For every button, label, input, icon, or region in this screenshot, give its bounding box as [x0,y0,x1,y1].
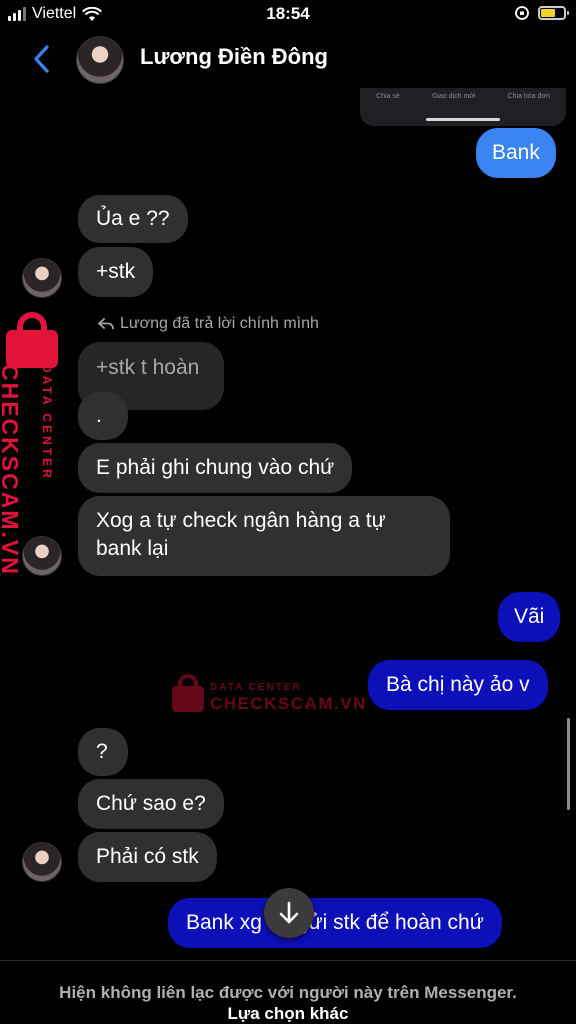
orientation-lock-icon [515,6,529,20]
message-bubble-incoming[interactable]: E phải ghi chung vào chứ [78,443,353,493]
unavailable-footer: Hiện không liên lạc được với người này t… [0,960,576,1024]
back-button[interactable] [26,42,56,76]
message-bubble-outgoing[interactable]: Bà chị này ảo v [368,660,548,710]
shared-image-options: Chia sẻ Giao dịch mới Chia hóa đơn [360,93,566,100]
shared-image-option: Chia sẻ [376,93,400,100]
message-bubble-outgoing[interactable]: Vãi [498,592,561,642]
sender-avatar [22,258,62,298]
message-bubble-incoming[interactable]: Xog a tự check ngân hàng a tự bank lại [78,496,450,576]
reply-indicator: Lương đã trả lời chính mình [98,315,319,333]
reply-arrow-icon [98,318,114,330]
message-bubble-incoming[interactable]: Chứ sao e? [78,779,224,829]
status-right [514,5,569,21]
message-bubble-incoming[interactable]: Ủa e ?? [78,195,188,243]
battery-icon [538,6,569,20]
shared-image-option: Giao dịch mới [431,93,476,100]
watermark-text: CHECKSCAM.VN [210,694,367,713]
message-bubble-outgoing[interactable]: Bank xg thì gửi stk để hoàn chứ [168,898,502,948]
chat-header: Lương Điền Đông [0,30,576,88]
watermark-subtext: DATA CENTER [210,682,302,693]
shared-image-option: Chia hóa đơn [507,93,550,100]
sender-avatar [22,842,62,882]
message-bubble-incoming[interactable]: ? [78,728,128,776]
contact-avatar[interactable] [76,36,124,84]
message-bubble-incoming[interactable]: . [78,392,128,440]
other-options-link[interactable]: Lựa chọn khác [0,1004,576,1024]
home-indicator [426,118,500,121]
watermark-text: CHECKSCAM.VN [0,364,23,576]
status-bar: Viettel 18:54 [0,0,576,30]
scrollbar[interactable] [567,718,570,810]
clock: 18:54 [266,4,310,23]
message-bubble-incoming[interactable]: Phải có stk [78,832,217,882]
unavailable-message: Hiện không liên lạc được với người này t… [59,983,517,1002]
arrow-down-icon [279,901,299,924]
reply-note-text: Lương đã trả lời chính mình [120,315,319,332]
shared-image[interactable]: Chia sẻ Giao dịch mới Chia hóa đơn [360,88,566,126]
watermark-center: DATA CENTER CHECKSCAM.VN [170,672,370,718]
watermark-subtext: DATA CENTER [40,364,54,481]
chevron-left-icon [34,45,49,73]
contact-name[interactable]: Lương Điền Đông [140,44,328,70]
scroll-to-bottom-button[interactable] [264,888,314,938]
message-bubble-outgoing[interactable]: Bank [476,128,556,178]
message-bubble-incoming[interactable]: +stk [78,247,154,297]
